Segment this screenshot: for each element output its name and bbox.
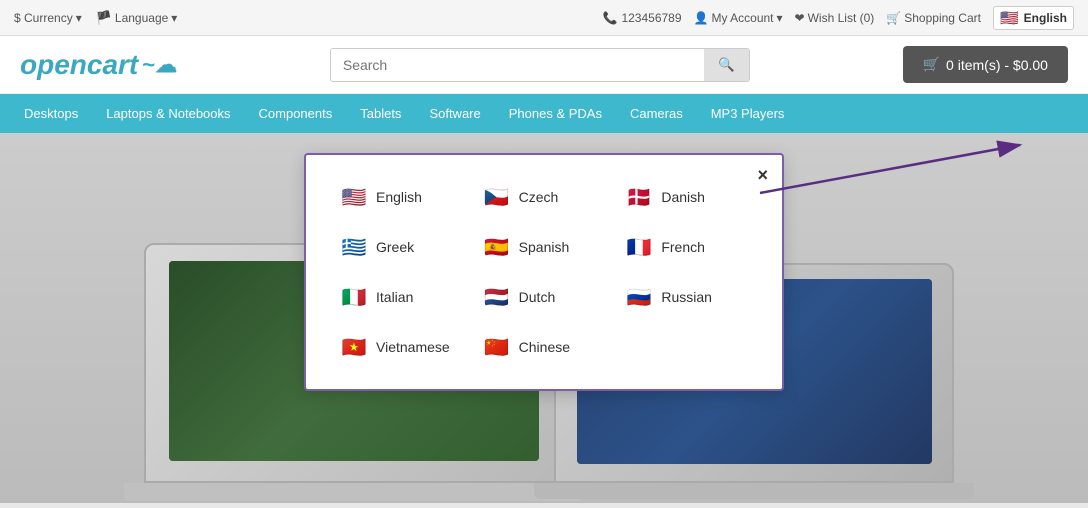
nav-laptops[interactable]: Laptops & Notebooks	[92, 94, 244, 133]
nav-tablets[interactable]: Tablets	[346, 94, 415, 133]
flag-english: 🇺🇸	[340, 183, 368, 211]
lang-chinese[interactable]: 🇨🇳 Chinese	[477, 329, 612, 365]
logo[interactable]: opencart ~☁	[20, 49, 177, 81]
lang-greek-label: Greek	[376, 239, 414, 255]
search-input[interactable]	[331, 49, 704, 81]
search-button[interactable]: 🔍	[704, 49, 749, 81]
language-dropdown[interactable]: 🏴 Language ▾	[96, 10, 178, 26]
account-arrow: ▾	[777, 11, 783, 25]
lang-spanish-label: Spanish	[519, 239, 570, 255]
cart-icon-header: 🛒	[923, 56, 940, 73]
nav-bar: Desktops Laptops & Notebooks Components …	[0, 94, 1088, 133]
logo-cart-icon: ~☁	[142, 52, 177, 78]
lang-vietnamese-label: Vietnamese	[376, 339, 450, 355]
nav-cameras[interactable]: Cameras	[616, 94, 697, 133]
top-bar-left: $ Currency ▾ 🏴 Language ▾	[14, 10, 177, 26]
modal-close-button[interactable]: ×	[757, 165, 768, 186]
top-bar-right: 📞 123456789 👤 My Account ▾ ❤ Wish List (…	[603, 6, 1075, 30]
heart-icon: ❤	[795, 11, 805, 25]
search-bar: 🔍	[330, 48, 750, 82]
cart-button[interactable]: 🛒 0 item(s) - $0.00	[903, 46, 1068, 83]
lang-danish-label: Danish	[661, 189, 705, 205]
lang-dutch-label: Dutch	[519, 289, 556, 305]
language-label: Language	[115, 11, 168, 25]
flag-czech: 🇨🇿	[483, 183, 511, 211]
active-flag-icon: 🇺🇸	[1000, 9, 1019, 27]
nav-components[interactable]: Components	[245, 94, 347, 133]
lang-dutch[interactable]: 🇳🇱 Dutch	[477, 279, 612, 315]
currency-label: $ Currency	[14, 11, 73, 25]
nav-desktops[interactable]: Desktops	[10, 94, 92, 133]
language-modal: × 🇺🇸 English 🇨🇿 Czech 🇩🇰 Danish 🇬🇷 Greek	[304, 153, 784, 391]
lang-russian[interactable]: 🇷🇺 Russian	[619, 279, 754, 315]
lang-italian-label: Italian	[376, 289, 413, 305]
lang-czech-label: Czech	[519, 189, 559, 205]
logo-text: opencart	[20, 49, 138, 81]
lang-english-label: English	[376, 189, 422, 205]
search-icon: 🔍	[718, 57, 735, 72]
nav-mp3[interactable]: MP3 Players	[697, 94, 799, 133]
phone-icon: 📞	[603, 11, 618, 25]
lang-french-label: French	[661, 239, 705, 255]
cart-icon-top: 🛒	[886, 11, 901, 25]
flag-icon-small: 🏴	[96, 10, 112, 26]
wish-list-link[interactable]: ❤ Wish List (0)	[795, 11, 875, 25]
lang-french[interactable]: 🇫🇷 French	[619, 229, 754, 265]
language-grid: 🇺🇸 English 🇨🇿 Czech 🇩🇰 Danish 🇬🇷 Greek 🇪…	[334, 179, 754, 365]
lang-italian[interactable]: 🇮🇹 Italian	[334, 279, 469, 315]
flag-chinese: 🇨🇳	[483, 333, 511, 361]
flag-vietnamese: 🇻🇳	[340, 333, 368, 361]
lang-english[interactable]: 🇺🇸 English	[334, 179, 469, 215]
currency-arrow: ▾	[76, 11, 82, 25]
active-language-button[interactable]: 🇺🇸 English	[993, 6, 1074, 30]
lang-chinese-label: Chinese	[519, 339, 570, 355]
lang-greek[interactable]: 🇬🇷 Greek	[334, 229, 469, 265]
flag-spanish: 🇪🇸	[483, 233, 511, 261]
lang-grid-empty	[619, 329, 754, 365]
currency-dropdown[interactable]: $ Currency ▾	[14, 11, 82, 25]
active-language-label: English	[1024, 11, 1067, 25]
lang-russian-label: Russian	[661, 289, 712, 305]
user-icon: 👤	[694, 11, 709, 25]
lang-czech[interactable]: 🇨🇿 Czech	[477, 179, 612, 215]
flag-french: 🇫🇷	[625, 233, 653, 261]
nav-software[interactable]: Software	[415, 94, 494, 133]
cart-label: 0 item(s) - $0.00	[946, 57, 1048, 73]
lang-vietnamese[interactable]: 🇻🇳 Vietnamese	[334, 329, 469, 365]
my-account-link[interactable]: 👤 My Account ▾	[694, 11, 783, 25]
phone-number: 📞 123456789	[603, 11, 682, 25]
flag-russian: 🇷🇺	[625, 283, 653, 311]
nav-phones[interactable]: Phones & PDAs	[495, 94, 616, 133]
header: opencart ~☁ 🔍 🛒 0 item(s) - $0.00	[0, 36, 1088, 94]
lang-danish[interactable]: 🇩🇰 Danish	[619, 179, 754, 215]
language-arrow: ▾	[171, 11, 177, 25]
shopping-cart-link[interactable]: 🛒 Shopping Cart	[886, 11, 981, 25]
flag-greek: 🇬🇷	[340, 233, 368, 261]
top-bar: $ Currency ▾ 🏴 Language ▾ 📞 123456789 👤 …	[0, 0, 1088, 36]
flag-danish: 🇩🇰	[625, 183, 653, 211]
flag-italian: 🇮🇹	[340, 283, 368, 311]
main-content: × 🇺🇸 English 🇨🇿 Czech 🇩🇰 Danish 🇬🇷 Greek	[0, 133, 1088, 503]
lang-spanish[interactable]: 🇪🇸 Spanish	[477, 229, 612, 265]
flag-dutch: 🇳🇱	[483, 283, 511, 311]
